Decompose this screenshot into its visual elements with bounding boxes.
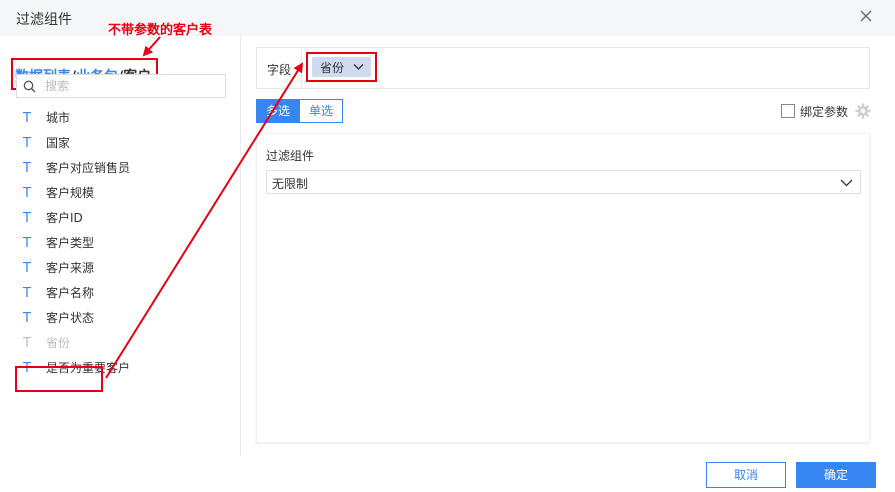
field-highlight <box>15 366 103 392</box>
filter-component-panel: 过滤组件 无限制 <box>256 133 870 443</box>
cancel-button[interactable]: 取消 <box>706 462 786 488</box>
field-label: 客户对应销售员 <box>46 161 131 175</box>
search-input[interactable] <box>45 77 220 95</box>
field-tag[interactable]: 省份 <box>312 57 371 77</box>
field-label: 省份 <box>46 336 71 350</box>
list-item[interactable]: T 客户来源 <box>16 256 231 281</box>
filter-panel-title: 过滤组件 <box>266 149 315 163</box>
bind-param-label: 绑定参数 <box>800 105 849 119</box>
field-list: T 城市 T 国家 T 客户对应销售员 T 客户规模 T 客户ID T 客户类型 T 客户来源… <box>16 106 231 381</box>
field-label: 客户ID <box>46 211 83 225</box>
list-item[interactable]: T 客户状态 <box>16 306 231 331</box>
filter-select[interactable]: 无限制 <box>266 170 861 194</box>
filter-select-value: 无限制 <box>272 177 309 191</box>
text-type-icon: T <box>23 236 31 251</box>
field-row-label: 字段 <box>267 63 292 77</box>
text-type-icon: T <box>23 136 31 151</box>
text-type-icon: T <box>23 111 31 126</box>
list-item[interactable]: T 客户对应销售员 <box>16 156 231 181</box>
text-type-icon: T <box>23 286 31 301</box>
list-item[interactable]: T 城市 <box>16 106 231 131</box>
chevron-down-icon <box>353 64 364 70</box>
gear-icon[interactable] <box>855 103 871 119</box>
field-label: 客户来源 <box>46 261 95 275</box>
list-item[interactable]: T 客户类型 <box>16 231 231 256</box>
list-item-disabled: T 省份 <box>16 331 231 356</box>
text-type-icon: T <box>23 161 31 176</box>
list-item[interactable]: T 国家 <box>16 131 231 156</box>
confirm-button[interactable]: 确定 <box>796 462 876 488</box>
list-item[interactable]: T 客户规模 <box>16 181 231 206</box>
text-type-icon: T <box>23 336 31 351</box>
field-label: 客户规模 <box>46 186 95 200</box>
divider <box>301 48 302 88</box>
text-type-icon: T <box>23 211 31 226</box>
bind-param-checkbox[interactable] <box>781 104 795 118</box>
text-type-icon: T <box>23 186 31 201</box>
list-item[interactable]: T 客户ID <box>16 206 231 231</box>
multi-select-button[interactable]: 多选 <box>256 99 300 123</box>
single-select-button[interactable]: 单选 <box>299 99 343 123</box>
field-tag-label: 省份 <box>320 61 345 75</box>
text-type-icon: T <box>23 311 31 326</box>
search-box <box>16 74 226 98</box>
list-item[interactable]: T 客户名称 <box>16 281 231 306</box>
search-icon <box>23 80 36 93</box>
field-label: 客户状态 <box>46 311 95 325</box>
field-label: 国家 <box>46 136 71 150</box>
field-label: 客户名称 <box>46 286 95 300</box>
field-label: 城市 <box>46 111 71 125</box>
field-label: 客户类型 <box>46 236 95 250</box>
text-type-icon: T <box>23 261 31 276</box>
dialog-title: 过滤组件 <box>16 12 72 28</box>
chevron-down-icon <box>840 179 853 187</box>
close-icon[interactable] <box>859 9 873 23</box>
